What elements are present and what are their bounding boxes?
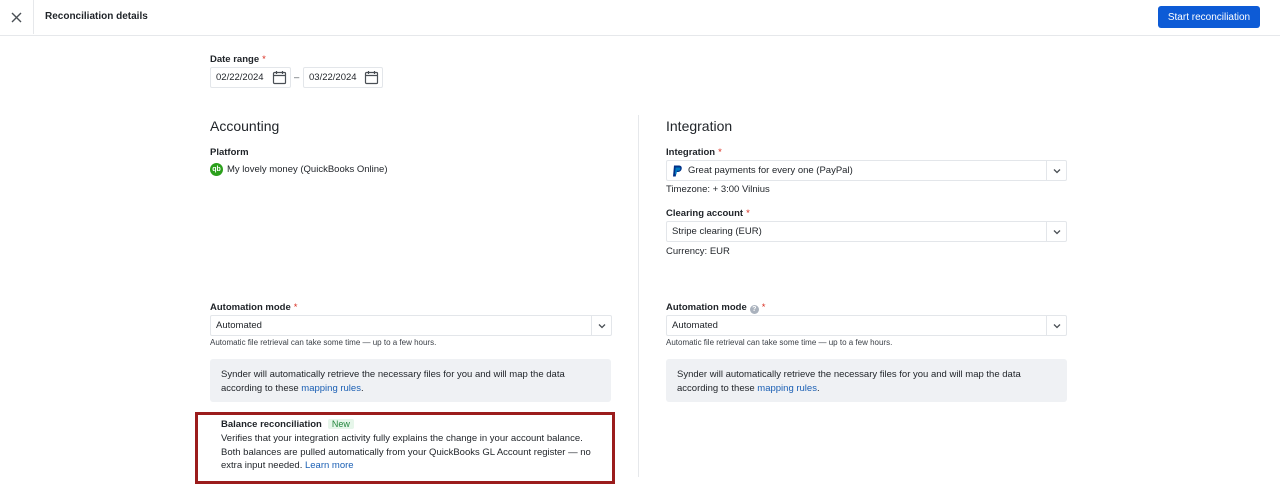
automation-hint: Automatic file retrieval can take some t… <box>666 338 893 347</box>
platform-value: qb My lovely money (QuickBooks Online) <box>210 163 388 176</box>
date-separator: – <box>294 72 300 83</box>
page-title: Reconciliation details <box>45 11 148 22</box>
date-range-label: Date range * <box>210 54 266 65</box>
info-end: . <box>816 382 820 394</box>
required-mark: * <box>293 302 298 313</box>
date-from-input[interactable]: 02/22/2024 <box>210 67 291 88</box>
info-box: Synder will automatically retrieve the n… <box>210 359 611 402</box>
platform-name: My lovely money (QuickBooks Online) <box>227 164 388 175</box>
required-mark: * <box>262 54 266 65</box>
new-badge: New <box>327 419 354 429</box>
chevron-down-icon[interactable] <box>591 316 611 335</box>
required-mark: * <box>746 208 750 219</box>
balance-reconciliation-description: Verifies that your integration activity … <box>221 432 601 473</box>
integration-automation-select[interactable]: Automated <box>666 315 1067 336</box>
date-to-input[interactable]: 03/22/2024 <box>303 67 383 88</box>
mapping-rules-link[interactable]: mapping rules <box>757 383 817 394</box>
integration-title: Integration <box>666 118 733 134</box>
balance-description-text: Verifies that your integration activity … <box>221 433 591 471</box>
required-mark: * <box>761 302 766 313</box>
automation-mode-label: Automation mode * <box>210 302 298 313</box>
accounting-title: Accounting <box>210 118 280 134</box>
quickbooks-icon: qb <box>210 163 223 176</box>
close-button[interactable] <box>0 0 34 34</box>
column-divider <box>638 115 639 477</box>
help-icon[interactable]: ? <box>749 305 759 314</box>
select-value: Automated <box>216 320 262 331</box>
select-value: Automated <box>672 320 718 331</box>
timezone-text: Timezone: + 3:00 Vilnius <box>666 184 770 195</box>
calendar-icon[interactable] <box>272 70 287 85</box>
automation-mode-label: Automation mode? * <box>666 302 766 314</box>
integration-label: Integration * <box>666 147 722 158</box>
start-reconciliation-button[interactable]: Start reconciliation <box>1158 6 1260 28</box>
date-to-value: 03/22/2024 <box>309 72 357 83</box>
balance-reconciliation-title: Balance reconciliation New <box>221 419 354 430</box>
platform-label: Platform <box>210 147 249 158</box>
info-box: Synder will automatically retrieve the n… <box>666 359 1067 402</box>
accounting-automation-select[interactable]: Automated <box>210 315 612 336</box>
chevron-down-icon[interactable] <box>1046 316 1066 335</box>
automation-hint: Automatic file retrieval can take some t… <box>210 338 437 347</box>
top-bar: Reconciliation details Start reconciliat… <box>0 0 1280 36</box>
paypal-icon <box>673 165 682 176</box>
chevron-down-icon[interactable] <box>1046 222 1066 241</box>
info-text: Synder will automatically retrieve the n… <box>221 369 565 394</box>
close-icon <box>11 12 22 22</box>
clearing-account-label: Clearing account * <box>666 208 750 219</box>
currency-text: Currency: EUR <box>666 246 730 257</box>
select-value: Great payments for every one (PayPal) <box>688 165 853 176</box>
integration-select[interactable]: Great payments for every one (PayPal) <box>666 160 1067 181</box>
clearing-account-select[interactable]: Stripe clearing (EUR) <box>666 221 1067 242</box>
chevron-down-icon[interactable] <box>1046 161 1066 180</box>
date-from-value: 02/22/2024 <box>216 72 264 83</box>
select-value: Stripe clearing (EUR) <box>672 226 762 237</box>
calendar-icon[interactable] <box>364 70 379 85</box>
required-mark: * <box>718 147 722 158</box>
learn-more-link[interactable]: Learn more <box>305 460 354 471</box>
mapping-rules-link[interactable]: mapping rules <box>301 383 361 394</box>
info-text: Synder will automatically retrieve the n… <box>677 369 1021 394</box>
info-end: . <box>360 382 364 394</box>
